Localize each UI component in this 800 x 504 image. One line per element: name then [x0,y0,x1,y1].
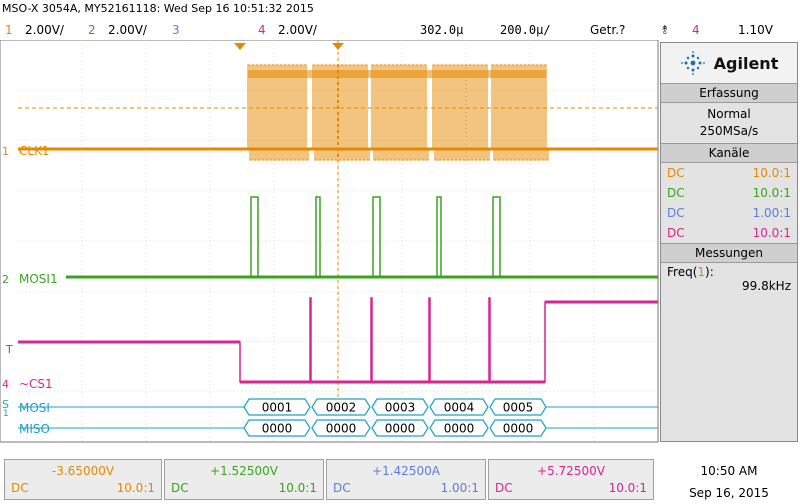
ch3-probe-ratio: 1.00:1 [440,481,479,495]
trigger-source[interactable]: 4 [692,23,700,37]
ch1-ground-marker[interactable]: 1 [2,145,9,158]
channel-offset-bar: -3.65000V DC 10.0:1 +1.52500V DC 10.0:1 … [0,458,660,502]
mosi-word: 0004 [444,401,475,415]
time-delay[interactable]: 302.0µ [420,23,463,37]
channel-status-bar: 1 2.00V/ 2 2.00V/ 3 4 2.00V/ 302.0µ 200.… [0,21,800,39]
bus-miso-label: MISO [19,422,50,436]
channel-row[interactable]: DC 10.0:1 [661,163,797,183]
brand-name: Agilent [713,53,779,73]
channel-ratio: 10.0:1 [752,186,791,200]
miso-word: 0000 [262,422,293,436]
ch3-number[interactable]: 3 [172,23,180,37]
measurement-label-close: ): [705,265,714,279]
mosi-word: 0002 [326,401,357,415]
ch4-probe-ratio: 10.0:1 [608,481,647,495]
sample-rate: 250MSa/s [699,124,759,138]
channels-header[interactable]: Kanäle [661,143,797,163]
clk-burst-high-band [248,70,546,78]
channel-ratio: 10.0:1 [752,166,791,180]
trigger-marker[interactable]: T [5,343,13,356]
trigger-mode[interactable]: Getr.? [590,23,625,37]
ch2-ground-marker[interactable]: 2 [2,273,9,286]
ch1-probe-ratio: 10.0:1 [116,481,155,495]
ch1-number[interactable]: 1 [5,23,13,37]
miso-word: 0000 [385,422,416,436]
ch2-offset-value: +1.52500V [210,464,278,478]
channel-coupling: DC [667,226,685,240]
channel-ratio: 10.0:1 [752,226,791,240]
ch1-scale: 2.00V/ [25,23,64,37]
ch4-offset-box[interactable]: +5.72500V DC 10.0:1 [488,459,654,500]
acquisition-mode: Normal [707,107,751,121]
ch2-probe-ratio: 10.0:1 [278,481,317,495]
mosi-word: 0005 [503,401,534,415]
window-title: MSO-X 3054A, MY52161118: Wed Sep 16 10:5… [2,2,314,15]
mosi-word: 0001 [262,401,293,415]
ch3-offset-value: +1.42500A [372,464,440,478]
waveform-display[interactable]: 1 CLK1 2 MOSI1 T 4 ~CS1 S 1 MOSI MISO 00… [0,40,660,444]
ch4-scale: 2.00V/ [278,23,317,37]
ch4-number[interactable]: 4 [258,23,266,37]
clock-date: Sep 16, 2015 [689,486,769,500]
clock: 10:50 AM Sep 16, 2015 [662,460,796,504]
ch1-offset-box[interactable]: -3.65000V DC 10.0:1 [4,459,162,500]
channel-row[interactable]: DC 10.0:1 [661,223,797,243]
ch2-coupling: DC [171,481,189,495]
ch3-offset-box[interactable]: +1.42500A DC 1.00:1 [326,459,486,500]
ch4-offset-value: +5.72500V [537,464,605,478]
time-scale[interactable]: 200.0µ/ [500,23,551,37]
measurement-value: 99.8kHz [742,279,791,293]
ch4-ground-marker[interactable]: 4 [2,378,9,391]
serial-bus-sub: 1 [3,409,9,419]
acquisition-info: Normal 250MSa/s [661,103,797,143]
brand-header: Agilent [661,43,797,83]
cs-label: ~CS1 [19,377,53,391]
ch1-offset-value: -3.65000V [51,464,115,478]
ch2-number[interactable]: 2 [88,23,96,37]
ch1-coupling: DC [11,481,29,495]
mosi-word: 0003 [385,401,416,415]
miso-word: 0000 [326,422,357,436]
channel-list: DC 10.0:1 DC 10.0:1 DC 1.00:1 DC 10.0:1 [661,163,797,243]
measurements-header[interactable]: Messungen [661,243,797,263]
ch2-scale: 2.00V/ [108,23,147,37]
channel-coupling: DC [667,166,685,180]
channel-coupling: DC [667,186,685,200]
measurement-freq[interactable]: Freq(1): 99.8kHz [661,263,797,295]
channel-ratio: 1.00:1 [752,206,791,220]
clock-time: 10:50 AM [700,464,758,478]
side-panel: Agilent Erfassung Normal 250MSa/s Kanäle… [660,42,798,442]
trigger-level[interactable]: 1.10V [738,23,773,37]
agilent-spark-icon [680,51,705,75]
ch3-coupling: DC [333,481,351,495]
ch2-offset-box[interactable]: +1.52500V DC 10.0:1 [164,459,324,500]
miso-word: 0000 [503,422,534,436]
measurement-source: 1 [697,265,706,279]
ch4-coupling: DC [495,481,513,495]
bus-mosi-label: MOSI [19,401,50,415]
channel-row[interactable]: DC 1.00:1 [661,203,797,223]
mosi-label: MOSI1 [19,272,58,286]
trigger-edge-icon: ⥉ [662,23,668,37]
measurement-label: Freq( [667,265,698,279]
channel-coupling: DC [667,206,685,220]
clk-label: CLK1 [19,144,50,158]
acquisition-header[interactable]: Erfassung [661,83,797,103]
miso-word: 0000 [444,422,475,436]
channel-row[interactable]: DC 10.0:1 [661,183,797,203]
